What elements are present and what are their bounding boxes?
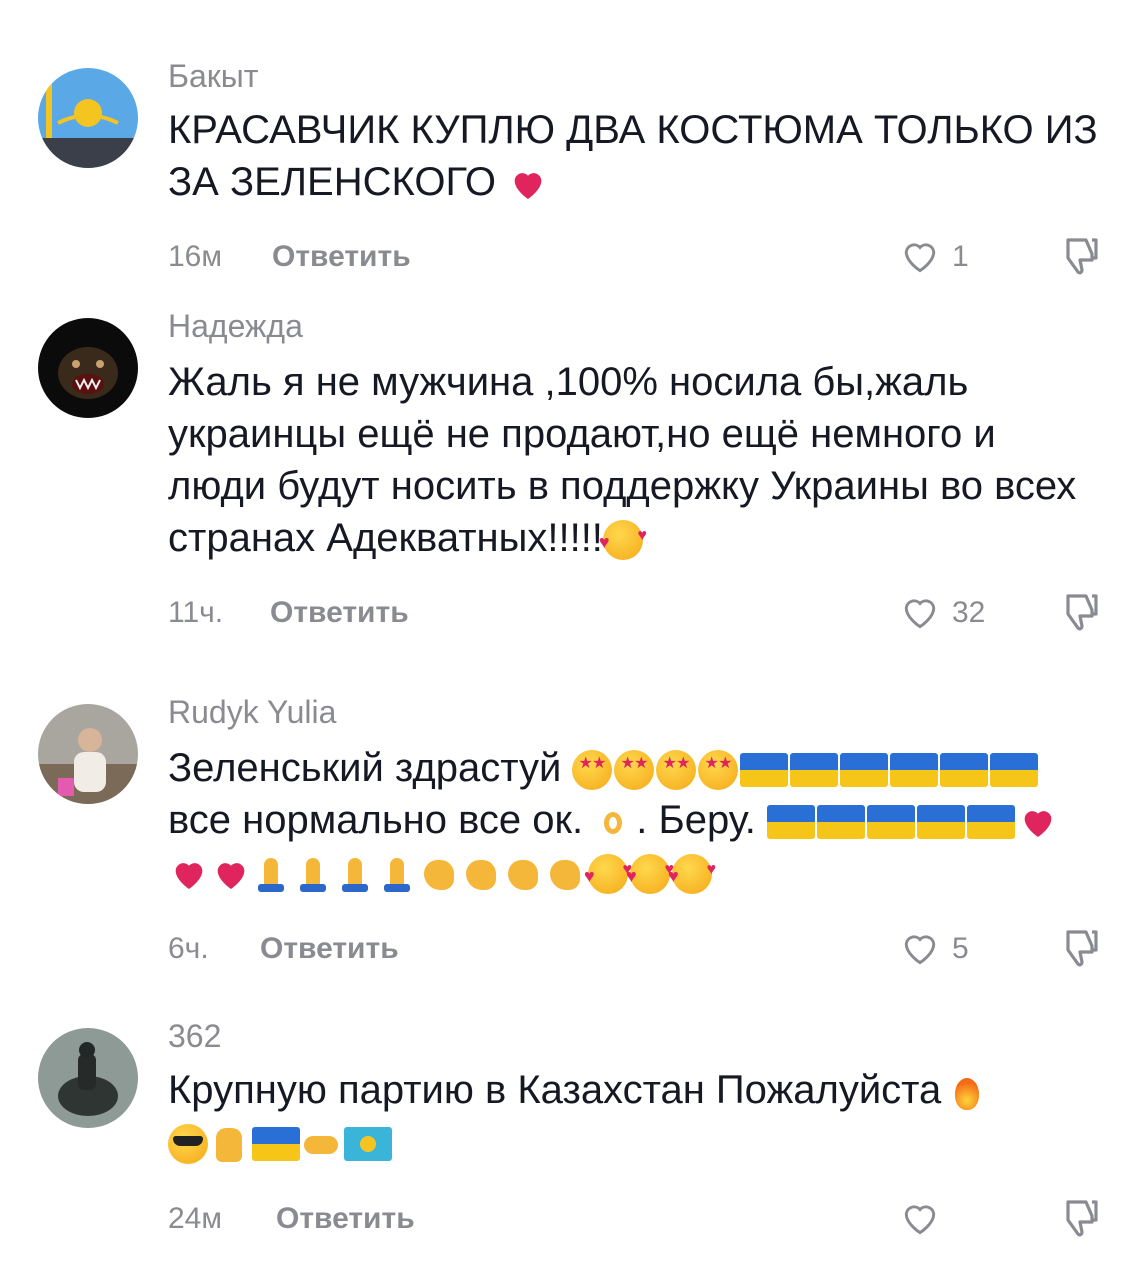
- handshake-icon: [302, 1124, 338, 1164]
- reply-button[interactable]: Ответить: [260, 932, 399, 966]
- heart-outline-icon[interactable]: [896, 1196, 944, 1240]
- ukraine-flag-icon: [917, 805, 966, 840]
- comment-text: Жаль я не мужчина ,100% носила бы,жаль у…: [168, 356, 1098, 568]
- flexed-biceps-icon: [504, 854, 540, 894]
- ukraine-flag-icon: [967, 805, 1016, 840]
- red-heart-icon: [1024, 811, 1052, 838]
- red-heart-icon: [175, 863, 203, 890]
- comment-username[interactable]: Rudyk Yulia: [168, 694, 336, 731]
- ukraine-flag-icon: [990, 753, 1039, 788]
- dog-avatar-icon: [38, 318, 138, 418]
- ukraine-flag-icon: [790, 753, 839, 788]
- like-count: 5: [952, 932, 969, 965]
- avatar[interactable]: [38, 1028, 138, 1128]
- avatar[interactable]: [38, 318, 138, 418]
- comment-time: 11ч.: [168, 596, 224, 629]
- thumbs-down-icon[interactable]: [1056, 232, 1104, 280]
- kazakhstan-flag-icon: [344, 1127, 392, 1162]
- ukraine-flag-icon: [940, 753, 989, 788]
- comment-text: Зеленський здрастуй все нормально все ок…: [168, 742, 1098, 902]
- folded-hands-icon: [378, 854, 414, 894]
- fire-icon: [952, 1072, 982, 1112]
- comment-time: 6ч.: [168, 932, 209, 965]
- comment-text-content: все нормально все ок.: [168, 798, 584, 842]
- smiling-face-with-hearts-icon: [599, 510, 647, 568]
- star-struck-face-icon: [656, 750, 697, 791]
- thumbs-down-icon[interactable]: [1056, 588, 1104, 636]
- ukraine-flag-icon: [740, 753, 789, 788]
- comment-text-content: Зеленський здрастуй: [168, 746, 562, 790]
- thumbs-down-icon[interactable]: [1056, 1194, 1104, 1242]
- smiling-face-with-hearts-icon: [584, 844, 632, 902]
- star-struck-face-icon: [698, 750, 739, 791]
- thumbs-down-icon[interactable]: [1056, 924, 1104, 972]
- flexed-biceps-icon: [546, 854, 582, 894]
- ok-hand-icon: [594, 802, 630, 842]
- reply-button[interactable]: Ответить: [276, 1202, 415, 1236]
- ukraine-flag-icon: [252, 1127, 300, 1162]
- thumbs-up-icon: [210, 1124, 246, 1164]
- like-count: 32: [952, 596, 986, 629]
- avatar[interactable]: [38, 704, 138, 804]
- comment-time: 24м: [168, 1202, 222, 1235]
- heart-outline-icon[interactable]: [896, 590, 944, 634]
- comment-text-content: . Беру.: [636, 798, 756, 842]
- ukraine-flag-icon: [890, 753, 939, 788]
- sunglasses-face-icon: [168, 1124, 208, 1165]
- red-heart-icon: [514, 173, 542, 200]
- star-struck-face-icon: [572, 750, 613, 791]
- reply-button[interactable]: Ответить: [272, 240, 411, 274]
- kazakhstan-flag-avatar-icon: [38, 68, 138, 168]
- smiling-face-with-hearts-icon: [668, 844, 716, 902]
- folded-hands-icon: [252, 854, 288, 894]
- ukraine-flag-icon: [817, 805, 866, 840]
- person-photo-avatar-icon: [38, 704, 138, 804]
- ukraine-flag-icon: [840, 753, 889, 788]
- comment-text: КРАСАВЧИК КУПЛЮ ДВА КОСТЮМА ТОЛЬКО ИЗ ЗА…: [168, 104, 1098, 208]
- comment-username[interactable]: Надежда: [168, 308, 303, 345]
- comment-username[interactable]: 362: [168, 1018, 221, 1055]
- comment-text: Крупную партию в Казахстан Пожалуйста: [168, 1064, 1098, 1168]
- flexed-biceps-icon: [462, 854, 498, 894]
- like-count: 1: [952, 240, 969, 273]
- avatar[interactable]: [38, 68, 138, 168]
- star-struck-face-icon: [614, 750, 655, 791]
- ukraine-flag-icon: [867, 805, 916, 840]
- comment-text-content: КРАСАВЧИК КУПЛЮ ДВА КОСТЮМА ТОЛЬКО ИЗ ЗА…: [168, 108, 1098, 204]
- smiling-face-with-hearts-icon: [626, 844, 674, 902]
- reply-button[interactable]: Ответить: [270, 596, 409, 630]
- flexed-biceps-icon: [420, 854, 456, 894]
- comment-username[interactable]: Бакыт: [168, 58, 258, 95]
- rider-avatar-icon: [38, 1028, 138, 1128]
- comment-time: 16м: [168, 240, 222, 273]
- folded-hands-icon: [336, 854, 372, 894]
- comment-text-content: Крупную партию в Казахстан Пожалуйста: [168, 1068, 942, 1112]
- folded-hands-icon: [294, 854, 330, 894]
- heart-outline-icon[interactable]: [896, 926, 944, 970]
- heart-outline-icon[interactable]: [896, 234, 944, 278]
- red-heart-icon: [217, 863, 245, 890]
- ukraine-flag-icon: [767, 805, 816, 840]
